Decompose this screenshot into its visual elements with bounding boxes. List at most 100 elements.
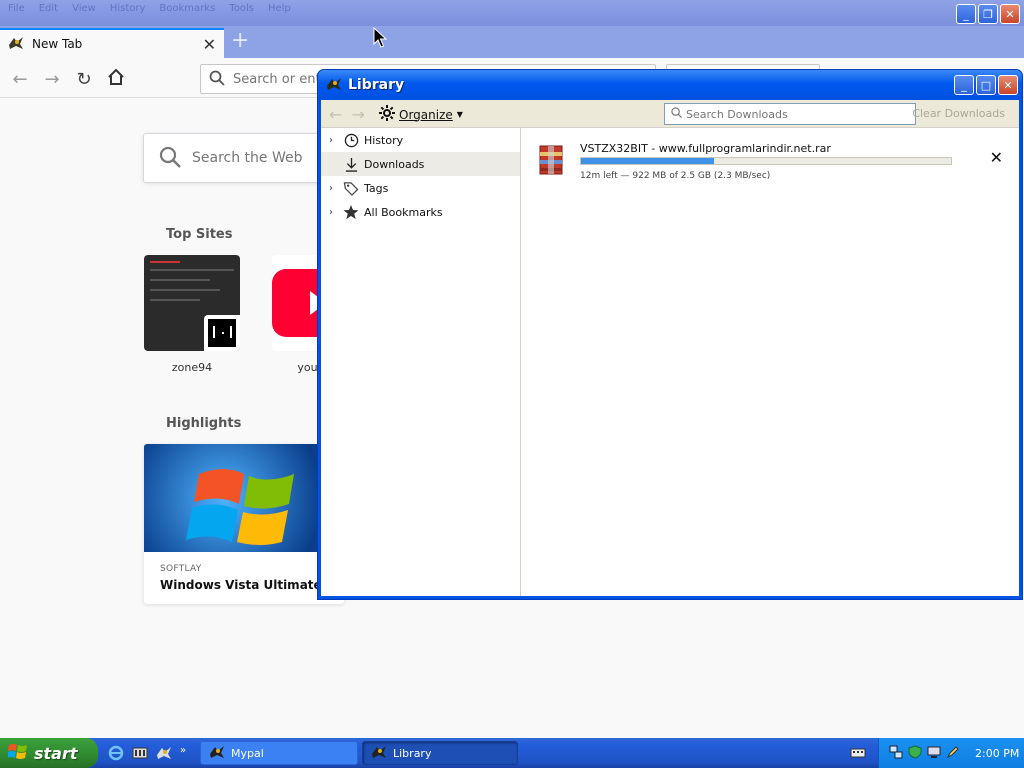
search-downloads-input[interactable] xyxy=(686,107,906,121)
home-button[interactable] xyxy=(102,65,130,93)
library-window-controls: _ □ ✕ xyxy=(954,75,1018,95)
library-toolbar: ← → Organize ▼ Clear Downloads xyxy=(321,100,1019,128)
start-label: start xyxy=(34,743,78,763)
organize-label: Organize xyxy=(399,107,453,122)
menu-bookmarks[interactable]: Bookmarks xyxy=(159,3,215,14)
reload-button[interactable]: ↻ xyxy=(70,65,98,93)
search-downloads-box[interactable] xyxy=(664,103,916,125)
menu-help[interactable]: Help xyxy=(268,3,291,14)
download-progress-fill xyxy=(581,158,715,164)
menu-tools[interactable]: Tools xyxy=(229,3,254,14)
tree-item-history[interactable]: › History xyxy=(321,128,520,152)
search-icon xyxy=(158,145,182,172)
new-tab-button[interactable]: + xyxy=(231,28,249,53)
computer-icon[interactable] xyxy=(927,745,941,762)
home-icon xyxy=(107,68,125,91)
tree-item-label: All Bookmarks xyxy=(364,205,443,219)
keyboard-icon[interactable] xyxy=(850,746,866,763)
chevron-down-icon: ▼ xyxy=(456,110,463,119)
taskbar-button-mypal[interactable]: Mypal xyxy=(200,741,358,765)
menu-edit[interactable]: Edit xyxy=(39,3,58,14)
close-icon: ✕ xyxy=(1003,78,1013,92)
browser-window-controls: _ ❐ ✕ xyxy=(956,4,1020,24)
close-button[interactable]: ✕ xyxy=(998,75,1018,95)
library-body: ← → Organize ▼ Clear Downloads › xyxy=(321,100,1019,596)
mypal-logo-icon xyxy=(8,35,24,54)
cancel-download-button[interactable]: ✕ xyxy=(990,148,1003,167)
media-player-icon[interactable] xyxy=(132,745,148,764)
download-progress-bar xyxy=(580,157,952,165)
menu-history[interactable]: History xyxy=(110,3,146,14)
minimize-button[interactable]: _ xyxy=(956,4,976,24)
close-button[interactable]: ✕ xyxy=(1000,4,1020,24)
top-site-zone94[interactable]: zone94 xyxy=(144,255,240,374)
tree-item-label: Downloads xyxy=(364,157,425,171)
forward-arrow-icon[interactable]: → xyxy=(352,105,365,124)
web-search-box[interactable] xyxy=(143,133,352,183)
download-filename: VSTZX32BIT - www.fullprogramlarindir.net… xyxy=(580,142,831,155)
tree-item-all-bookmarks[interactable]: › All Bookmarks xyxy=(321,200,520,224)
system-clock: 2:00 PM xyxy=(975,746,1020,760)
back-arrow-icon: ← xyxy=(12,68,28,90)
library-title: Library xyxy=(348,77,405,93)
forward-button[interactable]: → xyxy=(38,65,66,93)
search-icon xyxy=(209,70,225,89)
taskbar: start » Mypal Library 2:00 PM xyxy=(0,738,1024,768)
clear-downloads-button[interactable]: Clear Downloads xyxy=(912,107,1005,120)
windows-logo-icon xyxy=(144,444,344,552)
restore-icon: ❐ xyxy=(983,7,993,21)
tree-item-tags[interactable]: › Tags xyxy=(321,176,520,200)
pen-icon[interactable] xyxy=(946,745,960,762)
tree-item-label: Tags xyxy=(364,181,389,195)
menu-file[interactable]: File xyxy=(8,3,25,14)
mypal-logo-icon xyxy=(326,76,342,95)
shield-icon[interactable] xyxy=(908,744,922,762)
downloads-list: VSTZX32BIT - www.fullprogramlarindir.net… xyxy=(522,128,1019,596)
start-button[interactable]: start xyxy=(0,738,98,768)
network-icon[interactable] xyxy=(889,745,903,762)
library-window: Library _ □ ✕ ← → Organize ▼ Search Down… xyxy=(317,69,1023,600)
tag-icon xyxy=(341,181,361,196)
highlights-title: Highlights xyxy=(166,416,242,431)
site-label: zone94 xyxy=(171,361,213,374)
zone94-favicon-icon xyxy=(204,315,240,351)
minimize-icon: _ xyxy=(963,7,969,21)
mouse-pointer-icon xyxy=(373,26,388,52)
download-item[interactable]: VSTZX32BIT - www.fullprogramlarindir.net… xyxy=(538,142,1003,182)
chevron-double-right-icon[interactable]: » xyxy=(180,745,186,764)
library-tree: › History Downloads › Tags › All Bookmar… xyxy=(321,128,521,596)
taskbar-button-label: Mypal xyxy=(231,746,264,760)
menu-view[interactable]: View xyxy=(72,3,96,14)
close-icon: ✕ xyxy=(1005,7,1015,21)
tab-new-tab[interactable]: New Tab ✕ xyxy=(0,28,224,58)
back-arrow-icon[interactable]: ← xyxy=(329,105,342,124)
system-tray: 2:00 PM xyxy=(878,738,1024,768)
highlight-card[interactable]: SOFTLAY Windows Vista Ultimate SP2 xyxy=(144,444,344,604)
tab-close-icon[interactable]: ✕ xyxy=(203,35,216,54)
gear-icon xyxy=(379,105,395,124)
taskbar-button-library[interactable]: Library xyxy=(362,741,518,765)
maximize-button[interactable]: □ xyxy=(976,75,996,95)
mypal-logo-icon[interactable] xyxy=(156,745,172,764)
library-titlebar[interactable]: Library _ □ ✕ xyxy=(318,70,1022,100)
quick-launch: » xyxy=(108,745,186,764)
minimize-icon: _ xyxy=(961,78,967,92)
tree-item-downloads[interactable]: Downloads xyxy=(321,152,520,176)
ie-icon[interactable] xyxy=(108,745,124,764)
mypal-logo-icon xyxy=(371,744,387,763)
star-icon xyxy=(341,204,361,220)
top-sites-title: Top Sites xyxy=(166,227,233,242)
chevron-right-icon[interactable]: › xyxy=(329,135,341,146)
chevron-right-icon[interactable]: › xyxy=(329,207,341,218)
rar-file-icon xyxy=(538,144,564,176)
close-icon: ✕ xyxy=(989,148,1003,167)
taskbar-button-label: Library xyxy=(393,746,432,760)
chevron-right-icon[interactable]: › xyxy=(329,183,341,194)
back-button[interactable]: ← xyxy=(6,65,34,93)
restore-button[interactable]: ❐ xyxy=(978,4,998,24)
clock-icon xyxy=(341,133,361,148)
minimize-button[interactable]: _ xyxy=(954,75,974,95)
site-thumbnail xyxy=(144,255,240,351)
maximize-icon: □ xyxy=(980,78,992,92)
organize-button[interactable]: Organize ▼ xyxy=(379,105,463,124)
